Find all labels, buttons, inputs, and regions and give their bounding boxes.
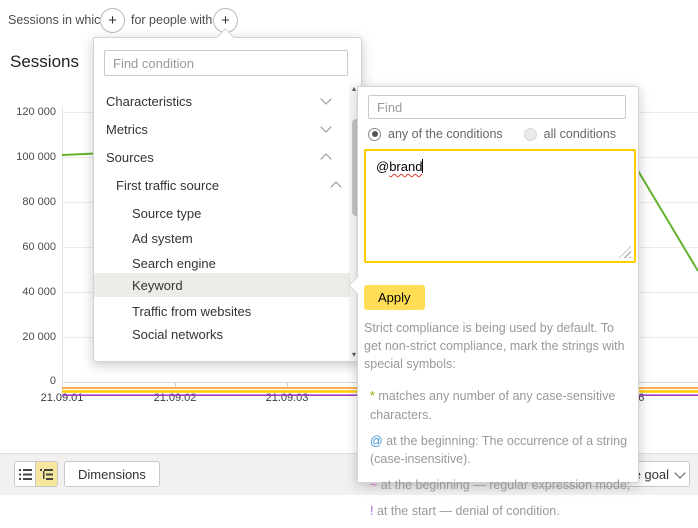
textarea-word: brand [389,159,422,174]
text-cursor [422,159,423,173]
item-label: Source type [132,206,201,221]
radio-all-conditions[interactable] [524,128,537,141]
item-label: Keyword [132,278,183,293]
dropdown-item-keyword[interactable]: Keyword [94,273,388,297]
help-item-exclamation: ! at the start — denial of condition. [370,502,634,520]
dropdown-item-source-type[interactable]: Source type [94,201,382,225]
list-view-icon [19,469,32,480]
help-intro: Strict compliance is being used by defau… [364,319,634,373]
help-item-tilde: ~ at the beginning — regular expression … [370,476,634,494]
chevron-down-icon [320,121,331,132]
textarea-prefix: @ [376,159,389,174]
help-text: matches any number of any case-sensitive… [370,389,615,421]
dropdown-item-ad-system[interactable]: Ad system [94,226,382,250]
tree-view-toggle[interactable] [36,461,58,487]
item-label: Social networks [132,327,223,342]
help-item-at: @ at the beginning: The occurrence of a … [370,432,634,468]
condition-textarea[interactable]: @brand [364,149,636,263]
match-mode-radios: any of the conditions all conditions [368,127,616,141]
scroll-up-icon[interactable]: ▴ [352,85,356,93]
at-symbol: @ [370,434,383,448]
item-label: Sources [106,150,154,165]
condition-dropdown-panel: Characteristics Metrics Sources First tr… [93,37,362,362]
item-label: Ad system [132,231,193,246]
list-view-toggle[interactable] [14,461,36,487]
radio-any-of-the-conditions[interactable] [368,128,381,141]
help-text: at the beginning: The occurrence of a st… [370,434,627,466]
apply-button[interactable]: Apply [364,285,425,310]
tree-view-icon [40,469,53,480]
dropdown-item-first-traffic-source[interactable]: First traffic source [94,173,366,197]
radio-any-label: any of the conditions [388,127,503,141]
chevron-up-icon [320,153,331,164]
help-text: at the beginning — regular expression mo… [377,478,630,492]
item-label: Metrics [106,122,148,137]
help-item-asterisk: * matches any number of any case-sensiti… [370,387,634,423]
item-label: First traffic source [116,178,219,193]
item-label: Characteristics [106,94,192,109]
scroll-down-icon[interactable]: ▾ [352,351,356,359]
help-text: at the start — denial of condition. [373,504,559,518]
dimensions-button[interactable]: Dimensions [64,461,160,487]
find-condition-input[interactable] [104,50,348,76]
find-value-input[interactable] [368,95,626,119]
keyword-condition-popover: any of the conditions all conditions @br… [357,86,639,483]
dropdown-item-search-engine[interactable]: Search engine [94,251,382,275]
dropdown-item-sources[interactable]: Sources [94,145,356,169]
item-label: Search engine [132,256,216,271]
dropdown-item-traffic-from-websites[interactable]: Traffic from websites [94,299,382,323]
item-label: Traffic from websites [132,304,251,319]
dropdown-item-metrics[interactable]: Metrics [94,117,356,141]
radio-all-label: all conditions [544,127,616,141]
chevron-up-icon [330,181,341,192]
syntax-help: Strict compliance is being used by defau… [364,319,634,528]
chevron-down-icon [320,93,331,104]
resize-handle-icon[interactable] [619,246,631,258]
dropdown-item-characteristics[interactable]: Characteristics [94,89,356,113]
chevron-down-icon [674,467,685,478]
dropdown-item-social-networks[interactable]: Social networks [94,322,382,346]
